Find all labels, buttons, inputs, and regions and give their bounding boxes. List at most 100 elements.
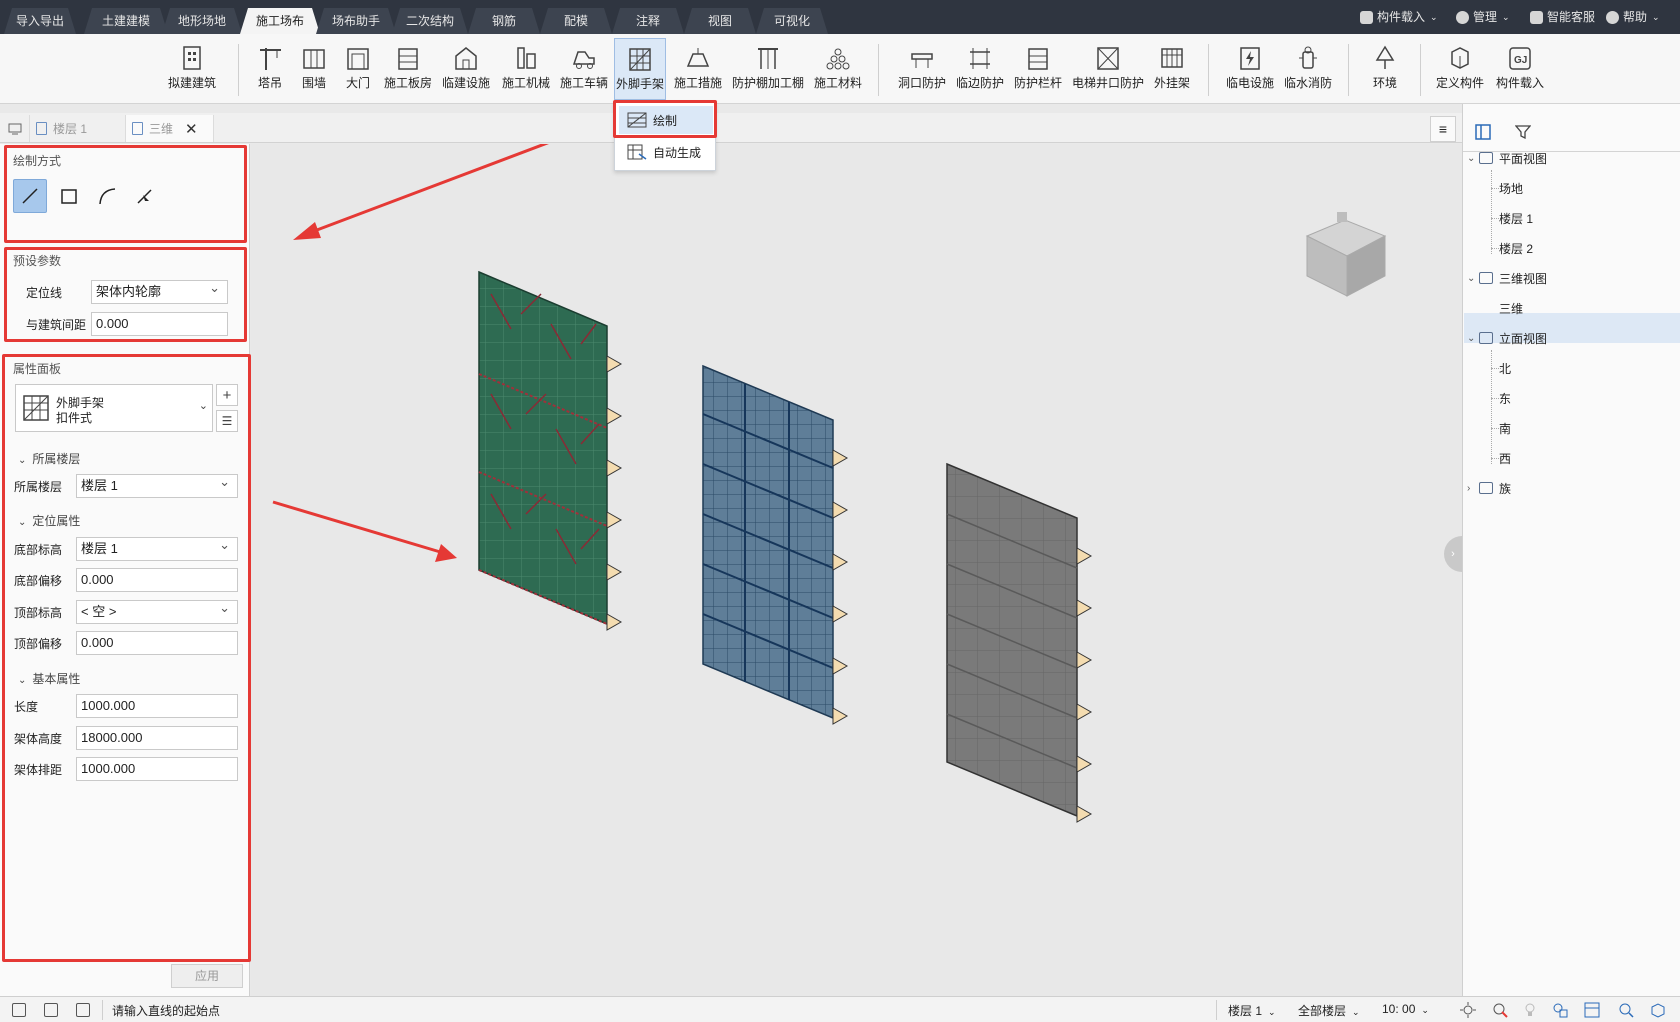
status-time-select[interactable]: 10: 00 ⌄ [1382,1002,1429,1016]
tab-construction-layout[interactable]: 施工场布 [240,8,320,34]
tree-3d-views[interactable]: ⌄ 三维视图 [1467,268,1547,288]
tab-visualization[interactable]: 可视化 [756,8,828,34]
help-menu[interactable]: 帮助 ⌄ [1606,0,1660,34]
define-component-button[interactable]: 定义构件 [1432,38,1488,100]
apply-button[interactable]: 应用 [171,964,243,988]
site-office-button[interactable]: 施工板房 [382,38,434,100]
construction-material-button[interactable]: 施工材料 [810,38,866,100]
filter-tab[interactable] [1503,112,1543,152]
3d-viewport[interactable] [251,144,1462,996]
zoom-icon[interactable] [1618,1002,1634,1018]
draw-menu-item[interactable]: 绘制 [619,106,713,134]
tab-formwork[interactable]: 配模 [540,8,612,34]
arc-tool[interactable] [90,179,124,213]
length-input[interactable]: 1000.000 [76,694,238,718]
height-input[interactable]: 18000.000 [76,726,238,750]
pick-tool[interactable] [128,179,162,213]
locate-line-select[interactable]: 架体内轮廓 [91,277,228,304]
tab-layout-assistant[interactable]: 场布助手 [316,8,396,34]
floor-select[interactable]: 楼层 1 [76,471,238,498]
tree-elevation-view[interactable]: ⌄ 立面视图 [1467,328,1547,348]
view-browser-tab[interactable] [1463,112,1503,152]
view-cube[interactable] [1305,212,1387,297]
tree-site[interactable]: 场地 [1499,178,1523,198]
bottom-elev-select[interactable]: 楼层 1 [76,534,238,561]
edge-protection-button[interactable]: 临边防护 [952,38,1008,100]
tile-view-icon[interactable] [44,1003,58,1017]
tab-rebar[interactable]: 钢筋 [468,8,540,34]
opening-protection-button[interactable]: 洞口防护 [894,38,950,100]
line-tool[interactable] [13,179,47,213]
sun-icon[interactable] [1460,1002,1476,1018]
type-selector[interactable]: 外脚手架 扣件式 ⌄ [15,384,213,432]
group-floor[interactable]: ⌄ 所属楼层 [18,450,80,467]
component-load-button[interactable]: GJ 构件载入 [1492,38,1548,100]
customer-service-button[interactable]: 智能客服 [1530,0,1595,34]
annotation-arrow-top [293,144,549,240]
auto-generate-menu-item[interactable]: 自动生成 [619,138,713,166]
scaffold-blue-model[interactable] [702,364,849,725]
manage-menu[interactable]: 管理 ⌄ [1456,0,1510,34]
proposed-building-button[interactable]: 拟建建筑 [164,38,220,100]
add-type-button[interactable]: + [216,384,238,406]
light-bulb-icon[interactable] [1522,1002,1538,1018]
scaffold-gray-model[interactable] [946,462,1093,823]
spacing-input[interactable]: 1000.000 [76,757,238,781]
distance-input[interactable]: 0.000 [91,312,228,336]
tree-3d[interactable]: 三维 [1499,298,1523,318]
type-list-button[interactable]: ☰ [216,410,238,432]
no-render-icon[interactable] [1492,1002,1508,1018]
tab-terrain-site[interactable]: 地形场地 [162,8,242,34]
construction-measures-button[interactable]: 施工措施 [672,38,724,100]
tree-south[interactable]: 南 [1499,418,1511,438]
component-load-menu[interactable]: 构件载入 ⌄ [1360,0,1438,34]
external-hanging-frame-button[interactable]: 外挂架 [1148,38,1196,100]
tree-plan-view[interactable]: ⌄ 平面视图 [1467,148,1547,168]
close-icon[interactable]: ✕ [185,120,198,138]
tab-view[interactable]: 视图 [684,8,756,34]
multi-view-icon[interactable] [76,1003,90,1017]
grid-view-icon[interactable] [12,1003,26,1017]
tab-civil-modeling[interactable]: 土建建模 [84,8,168,34]
tree-floor2[interactable]: 楼层 2 [1499,238,1533,258]
construction-vehicle-button[interactable]: 施工车辆 [556,38,612,100]
group-position[interactable]: ⌄ 定位属性 [18,512,80,529]
tree-west[interactable]: 西 [1499,448,1511,468]
temporary-facility-button[interactable]: 临建设施 [438,38,494,100]
shapes-icon[interactable] [1552,1002,1568,1018]
scaffold-green-model[interactable] [478,270,623,631]
layout-icon[interactable] [1584,1002,1600,1018]
status-floor-select[interactable]: 楼层 1 ⌄ [1228,1002,1276,1019]
viewport-menu-button[interactable]: ≡ [1430,116,1456,142]
protective-shed-button[interactable]: 防护棚加工棚 [728,38,808,100]
tree-family[interactable]: › 族 [1467,478,1511,498]
tree-north[interactable]: 北 [1499,358,1511,378]
bottom-offset-input[interactable]: 0.000 [76,568,238,592]
tab-pin-button[interactable] [0,115,30,142]
tower-crane-button[interactable]: 塔吊 [250,38,290,100]
elevator-shaft-protection-button[interactable]: 电梯井口防护 [1068,38,1148,100]
group-basic[interactable]: ⌄ 基本属性 [18,670,80,687]
doc-tab-floor1[interactable]: 楼层 1 [30,115,126,142]
tree-east[interactable]: 东 [1499,388,1511,408]
tab-annotation[interactable]: 注释 [612,8,684,34]
construction-machinery-button[interactable]: 施工机械 [498,38,554,100]
tree-floor1[interactable]: 楼层 1 [1499,208,1533,228]
external-scaffold-button[interactable]: 外脚手架 [614,38,666,100]
cube-icon[interactable] [1650,1002,1666,1018]
guardrail-button[interactable]: 防护栏杆 [1010,38,1066,100]
tab-secondary-structure[interactable]: 二次结构 [392,8,468,34]
top-offset-input[interactable]: 0.000 [76,631,238,655]
temporary-power-button[interactable]: 临电设施 [1222,38,1278,100]
chevron-down-icon: ⌄ [1467,272,1476,284]
water-fire-button[interactable]: 临水消防 [1280,38,1336,100]
tab-import-export[interactable]: 导入导出 [4,8,76,34]
doc-tab-3d[interactable]: 三维 ✕ [126,115,214,142]
top-elev-select[interactable]: < 空 > [76,597,238,624]
rectangle-tool[interactable] [52,179,86,213]
enclosure-wall-button[interactable]: 围墙 [294,38,334,100]
environment-button[interactable]: 环境 [1362,38,1408,100]
gate-button[interactable]: 大门 [338,38,378,100]
status-all-floors-select[interactable]: 全部楼层 ⌄ [1298,1002,1360,1019]
highlight-properties [2,354,251,962]
